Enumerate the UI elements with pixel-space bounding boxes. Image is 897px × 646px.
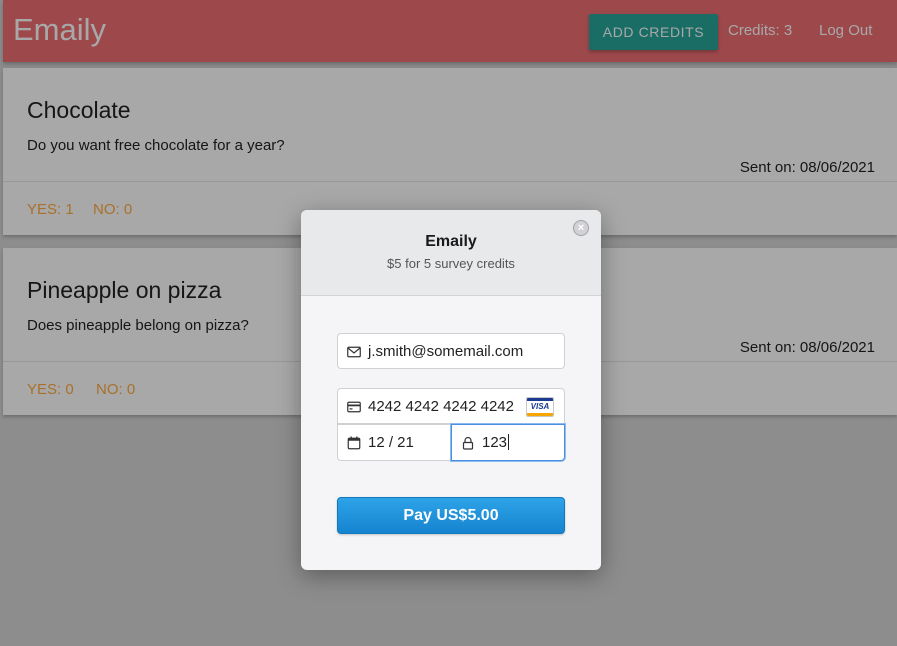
email-value: j.smith@somemail.com bbox=[368, 343, 524, 360]
expiry-value: 12 / 21 bbox=[368, 434, 414, 451]
checkout-title: Emaily bbox=[425, 233, 477, 250]
stripe-checkout-dialog: Emaily $5 for 5 survey credits × j.smith… bbox=[301, 210, 601, 570]
cvc-value: 123 bbox=[482, 434, 508, 451]
pay-button[interactable]: Pay US$5.00 bbox=[337, 497, 565, 534]
credit-card-icon bbox=[347, 401, 361, 413]
card-brand-label: VISA bbox=[530, 402, 550, 411]
cvc-input: 123 bbox=[482, 434, 510, 451]
cvc-field[interactable]: 123 bbox=[451, 424, 565, 461]
lock-icon bbox=[462, 436, 474, 450]
expiry-field[interactable]: 12 / 21 bbox=[337, 424, 451, 461]
checkout-subtitle: $5 for 5 survey credits bbox=[387, 256, 515, 271]
checkout-header: Emaily $5 for 5 survey credits × bbox=[301, 210, 601, 296]
visa-logo-icon: VISA bbox=[526, 397, 554, 417]
text-cursor bbox=[508, 434, 510, 450]
card-number-value: 4242 4242 4242 4242 bbox=[368, 398, 514, 415]
envelope-icon bbox=[347, 346, 361, 358]
card-number-field[interactable]: 4242 4242 4242 4242 VISA bbox=[337, 388, 565, 424]
calendar-icon bbox=[347, 436, 361, 450]
email-field[interactable]: j.smith@somemail.com bbox=[337, 333, 565, 369]
close-icon[interactable]: × bbox=[573, 220, 589, 236]
